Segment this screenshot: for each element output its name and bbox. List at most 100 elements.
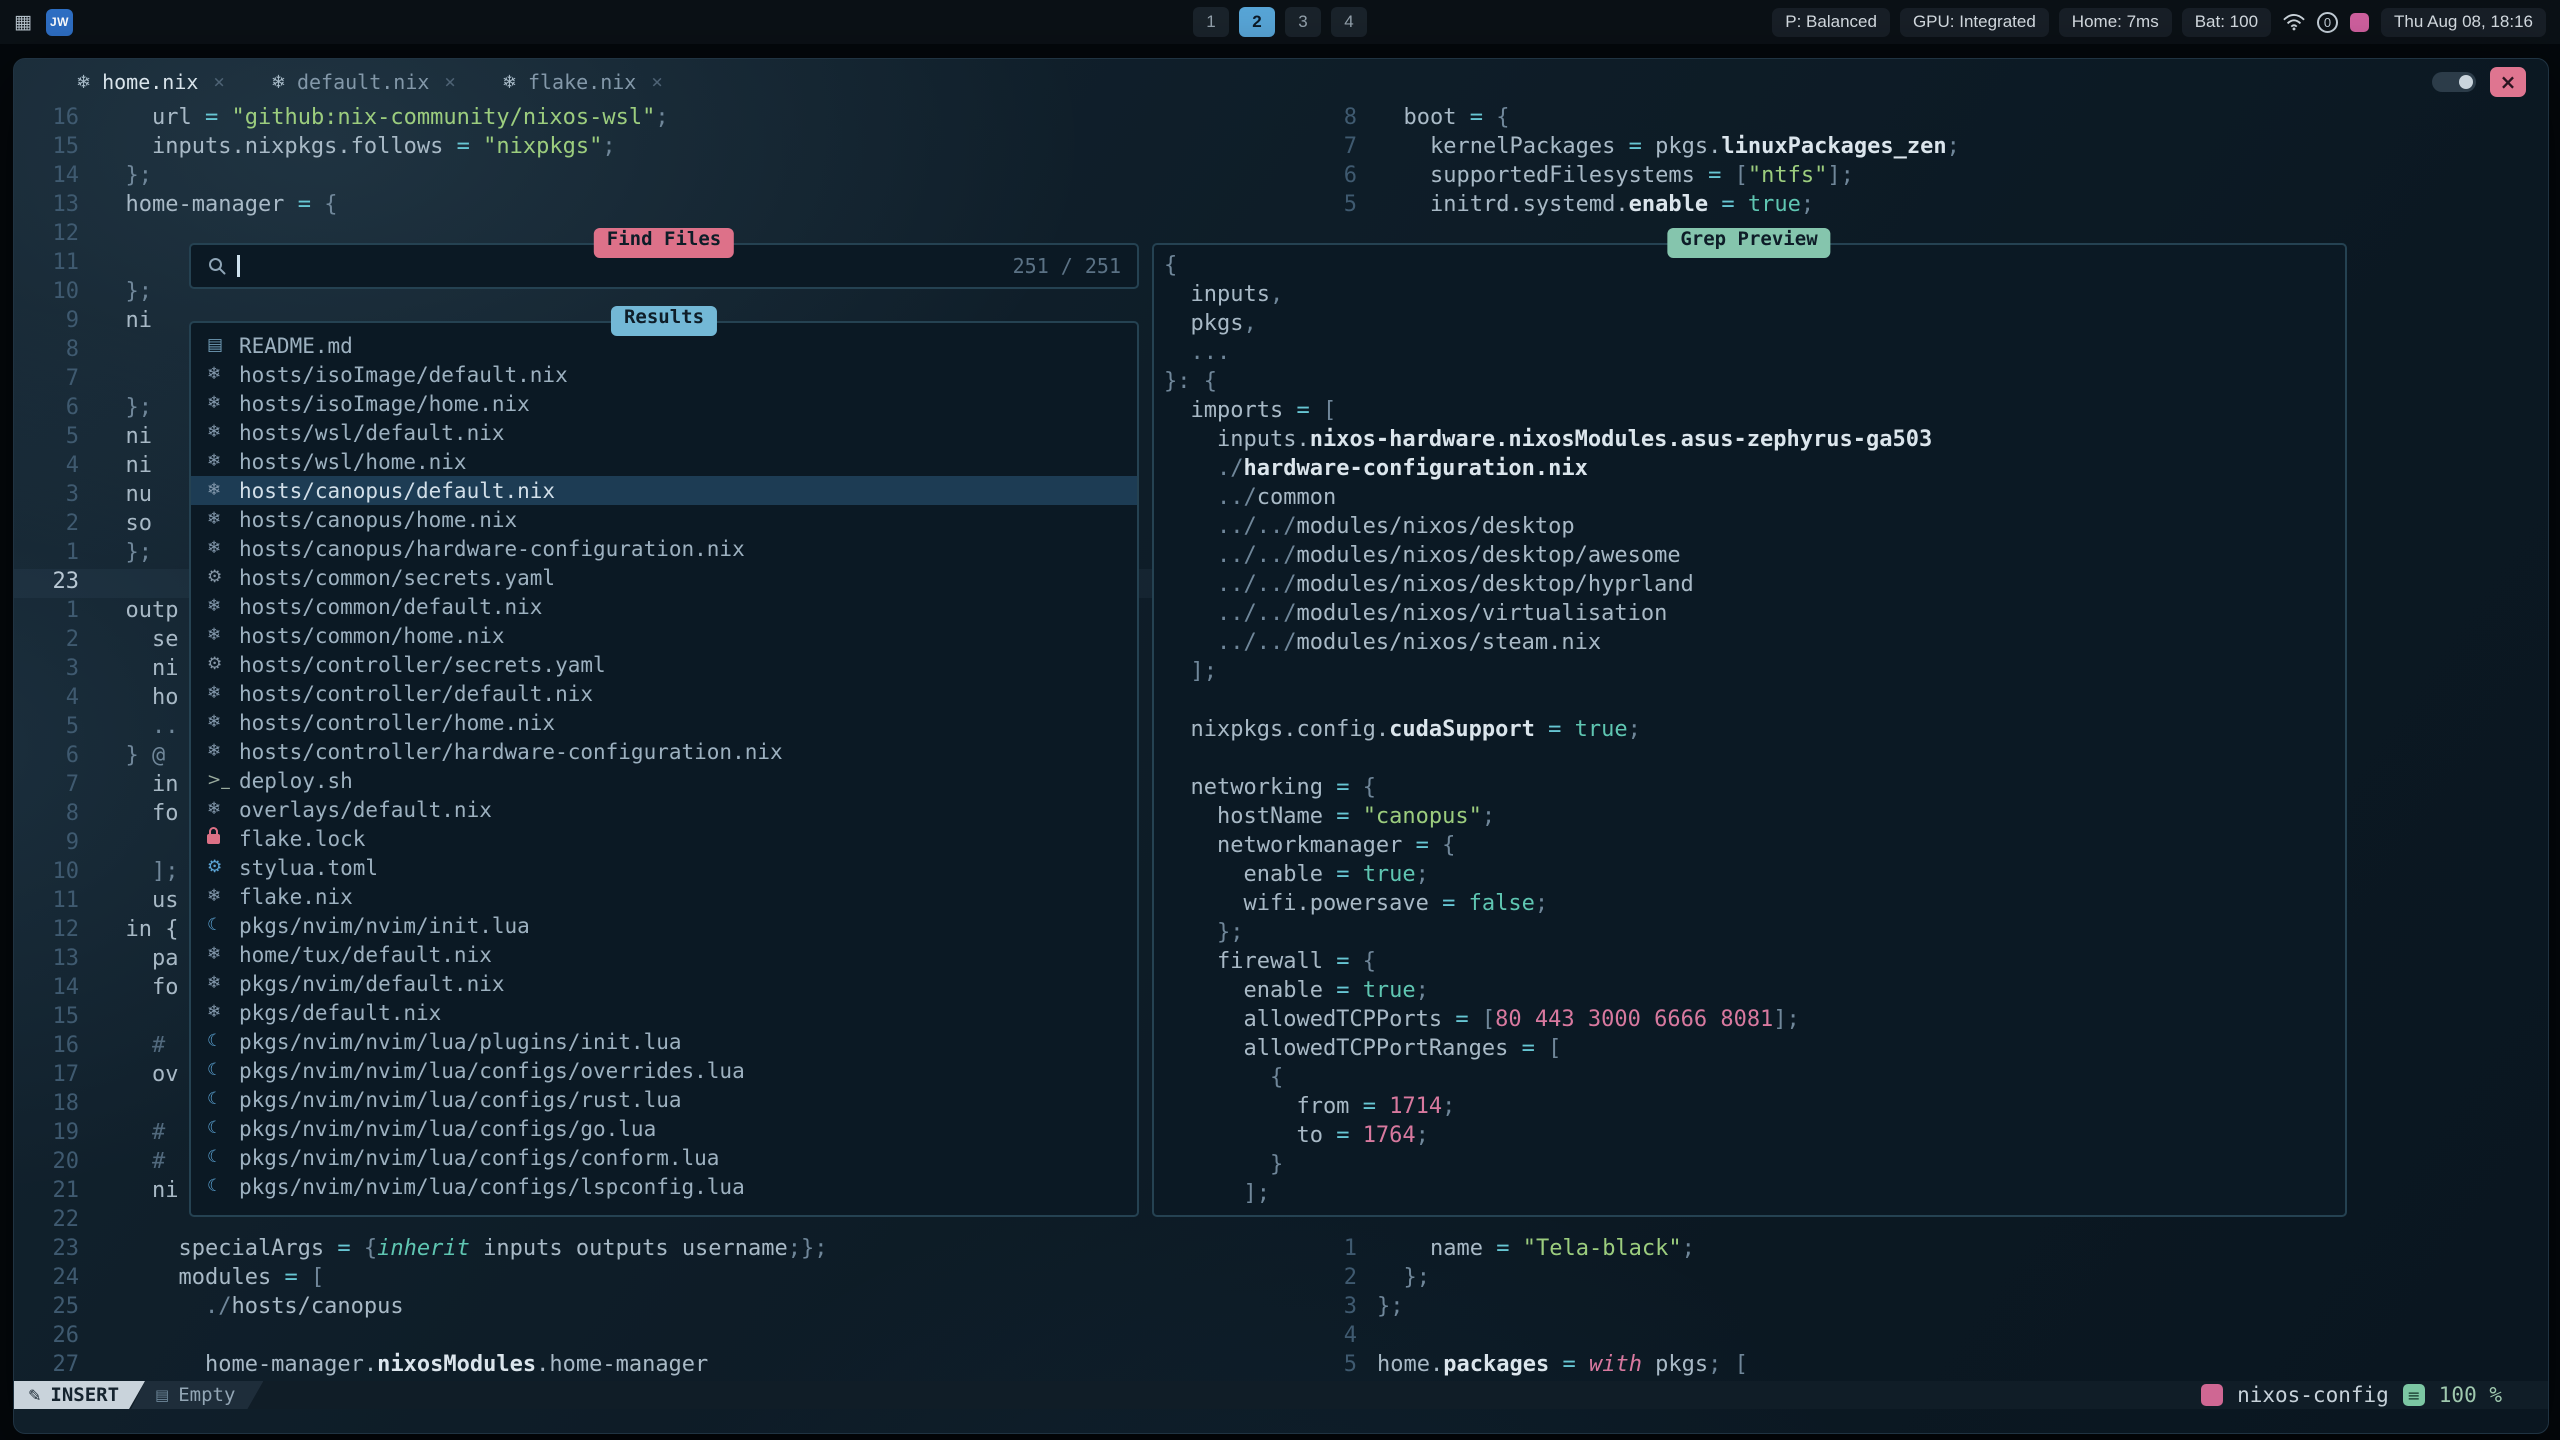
- pin-toggle[interactable]: [2432, 72, 2476, 92]
- line-number: 4: [14, 685, 79, 714]
- result-item[interactable]: ⚙hosts/common/secrets.yaml: [191, 563, 1137, 592]
- code-line[interactable]: 4: [1299, 1323, 2548, 1352]
- result-item[interactable]: ☾pkgs/nvim/nvim/lua/configs/conform.lua: [191, 1143, 1137, 1172]
- buffer-icon: ▤: [155, 1386, 169, 1404]
- preview-line: allowedTCPPorts = [80 443 3000 6666 8081…: [1164, 1007, 2345, 1036]
- preview-line: {: [1164, 1065, 2345, 1094]
- preview-line: ];: [1164, 659, 2345, 688]
- notification-count-badge[interactable]: 0: [2317, 12, 2338, 33]
- result-item[interactable]: flake.lock: [191, 824, 1137, 853]
- workspace-button-2[interactable]: 2: [1239, 7, 1275, 37]
- code-text: in: [79, 772, 178, 801]
- result-item[interactable]: ❄hosts/controller/hardware-configuration…: [191, 737, 1137, 766]
- code-line[interactable]: 13 home-manager = {: [14, 192, 1299, 221]
- code-text: home-manager = {: [79, 192, 337, 221]
- result-filename: hosts/canopus/hardware-configuration.nix: [239, 537, 745, 561]
- code-line[interactable]: 6 supportedFilesystems = ["ntfs"];: [1299, 163, 2548, 192]
- theme-accent-icon[interactable]: [2350, 13, 2369, 32]
- preview-line: nixpkgs.config.cudaSupport = true;: [1164, 717, 2345, 746]
- result-filename: hosts/controller/hardware-configuration.…: [239, 740, 783, 764]
- result-item[interactable]: ⚙hosts/controller/secrets.yaml: [191, 650, 1137, 679]
- result-item[interactable]: ☾pkgs/nvim/nvim/init.lua: [191, 911, 1137, 940]
- code-line[interactable]: 15 inputs.nixpkgs.follows = "nixpkgs";: [14, 134, 1299, 163]
- result-item[interactable]: ❄hosts/common/home.nix: [191, 621, 1137, 650]
- code-line[interactable]: 3};: [1299, 1294, 2548, 1323]
- result-item[interactable]: ☾pkgs/nvim/nvim/lua/configs/go.lua: [191, 1114, 1137, 1143]
- line-number: 21: [14, 1178, 79, 1207]
- code-line[interactable]: 5 initrd.systemd.enable = true;: [1299, 192, 2548, 221]
- code-line[interactable]: 2 };: [1299, 1265, 2548, 1294]
- line-number: 4: [14, 453, 79, 482]
- tab-close-icon[interactable]: ×: [651, 71, 662, 93]
- code-text: fo: [79, 975, 178, 1004]
- preview-line: ../../modules/nixos/desktop/awesome: [1164, 543, 2345, 572]
- workspace-button-4[interactable]: 4: [1331, 7, 1367, 37]
- result-item[interactable]: ❄flake.nix: [191, 882, 1137, 911]
- tab-home.nix[interactable]: ❄home.nix×: [76, 70, 225, 94]
- workspace-button-1[interactable]: 1: [1193, 7, 1229, 37]
- launcher-grid-icon[interactable]: ▦: [14, 11, 32, 33]
- line-number: 1: [1299, 1236, 1357, 1265]
- code-line[interactable]: 24 modules = [: [14, 1265, 1299, 1294]
- result-item[interactable]: ❄hosts/wsl/default.nix: [191, 418, 1137, 447]
- code-text: };: [1357, 1294, 1404, 1323]
- code-line[interactable]: 23 specialArgs = {inherit inputs outputs…: [14, 1236, 1299, 1265]
- code-text: #: [79, 1033, 165, 1062]
- wifi-icon[interactable]: [2283, 14, 2305, 31]
- code-line[interactable]: 27 home-manager.nixosModules.home-manage…: [14, 1352, 1299, 1381]
- code-text: supportedFilesystems = ["ntfs"];: [1357, 163, 1854, 192]
- line-number: 19: [14, 1120, 79, 1149]
- tab-default.nix[interactable]: ❄default.nix×: [271, 70, 456, 94]
- result-item[interactable]: ❄hosts/isoImage/default.nix: [191, 360, 1137, 389]
- result-item[interactable]: ❄overlays/default.nix: [191, 795, 1137, 824]
- code-text: nu: [79, 482, 152, 511]
- code-line[interactable]: 16 url = "github:nix-community/nixos-wsl…: [14, 105, 1299, 134]
- lua-file-icon: ☾: [207, 1091, 239, 1108]
- code-line[interactable]: 8 boot = {: [1299, 105, 2548, 134]
- result-filename: hosts/common/home.nix: [239, 624, 505, 648]
- code-line[interactable]: 7 kernelPackages = pkgs.linuxPackages_ze…: [1299, 134, 2548, 163]
- logo-badge[interactable]: JW: [46, 9, 73, 36]
- code-line[interactable]: 26: [14, 1323, 1299, 1352]
- nix-file-icon: ❄: [207, 482, 239, 499]
- result-item[interactable]: ❄hosts/controller/home.nix: [191, 708, 1137, 737]
- result-item[interactable]: ❄hosts/controller/default.nix: [191, 679, 1137, 708]
- statusline: ✎ INSERT ▤ Empty nixos-config ≡ 100 %: [14, 1381, 2548, 1409]
- code-text: us: [79, 888, 178, 917]
- result-item[interactable]: ⚙stylua.toml: [191, 853, 1137, 882]
- window-close-button[interactable]: ×: [2490, 67, 2526, 97]
- line-number: 22: [14, 1207, 79, 1236]
- result-filename: home/tux/default.nix: [239, 943, 492, 967]
- screen: { "colors": { "accent_pink": "#dd7189", …: [0, 0, 2560, 1440]
- code-line[interactable]: 5home.packages = with pkgs; [: [1299, 1352, 2548, 1381]
- result-item[interactable]: ☾pkgs/nvim/nvim/lua/plugins/init.lua: [191, 1027, 1137, 1056]
- result-item[interactable]: ☾pkgs/nvim/nvim/lua/configs/lspconfig.lu…: [191, 1172, 1137, 1201]
- result-item[interactable]: ❄hosts/wsl/home.nix: [191, 447, 1137, 476]
- code-text: ni: [79, 453, 152, 482]
- workspace-button-3[interactable]: 3: [1285, 7, 1321, 37]
- result-item[interactable]: ❄hosts/canopus/hardware-configuration.ni…: [191, 534, 1137, 563]
- result-item[interactable]: >_deploy.sh: [191, 766, 1137, 795]
- code-text: so: [79, 511, 152, 540]
- result-item[interactable]: ❄pkgs/default.nix: [191, 998, 1137, 1027]
- editor-area: 16 url = "github:nix-community/nixos-wsl…: [14, 105, 2548, 1381]
- code-line[interactable]: 14 };: [14, 163, 1299, 192]
- tab-close-icon[interactable]: ×: [444, 71, 455, 93]
- nix-icon: ❄: [76, 72, 91, 93]
- result-item[interactable]: ❄hosts/canopus/home.nix: [191, 505, 1137, 534]
- result-item[interactable]: ☾pkgs/nvim/nvim/lua/configs/rust.lua: [191, 1085, 1137, 1114]
- result-item[interactable]: ☾pkgs/nvim/nvim/lua/configs/overrides.lu…: [191, 1056, 1137, 1085]
- code-line[interactable]: 1 name = "Tela-black";: [1299, 1236, 2548, 1265]
- result-item[interactable]: ❄pkgs/nvim/default.nix: [191, 969, 1137, 998]
- code-line[interactable]: 25 ./hosts/canopus: [14, 1294, 1299, 1323]
- tab-close-icon[interactable]: ×: [213, 71, 224, 93]
- nix-file-icon: ❄: [207, 598, 239, 615]
- preview-line: ../../modules/nixos/steam.nix: [1164, 630, 2345, 659]
- result-item[interactable]: ❄home/tux/default.nix: [191, 940, 1137, 969]
- line-number: 5: [1299, 192, 1357, 221]
- preview-line: }: [1164, 1152, 2345, 1181]
- result-item[interactable]: ❄hosts/isoImage/home.nix: [191, 389, 1137, 418]
- result-item[interactable]: ❄hosts/canopus/default.nix: [191, 476, 1137, 505]
- tab-flake.nix[interactable]: ❄flake.nix×: [502, 70, 663, 94]
- result-item[interactable]: ❄hosts/common/default.nix: [191, 592, 1137, 621]
